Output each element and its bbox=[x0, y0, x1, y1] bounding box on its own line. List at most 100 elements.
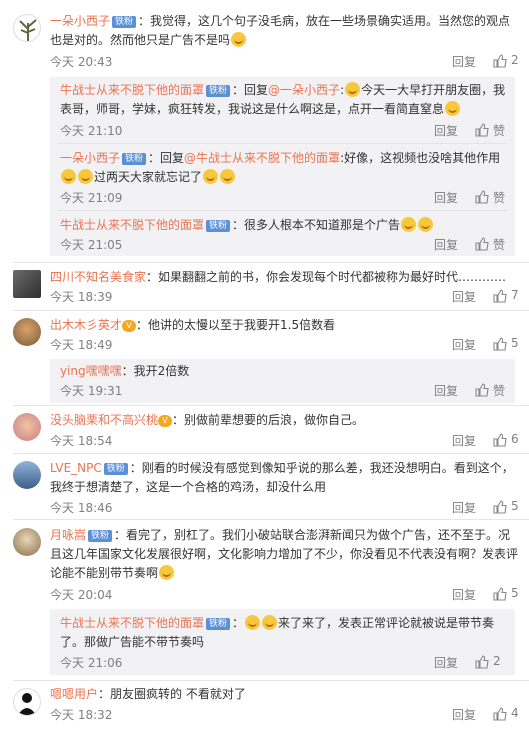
emoji-icon bbox=[401, 217, 417, 232]
avatar[interactable] bbox=[13, 413, 41, 441]
thumb-up-icon[interactable] bbox=[493, 707, 507, 721]
username[interactable]: 牛战士从来不脱下他的面罩 bbox=[60, 83, 204, 97]
username[interactable]: 牛战士从来不脱下他的面罩 bbox=[60, 218, 204, 232]
reply-button[interactable]: 回复 bbox=[434, 654, 458, 671]
reply-button[interactable]: 回复 bbox=[452, 53, 476, 70]
username[interactable]: 出木木彡英才 bbox=[50, 318, 122, 332]
thumb-up-icon[interactable] bbox=[475, 190, 489, 204]
timestamp: 今天 18:49 bbox=[50, 338, 113, 352]
fan-badge: 铁粉 bbox=[206, 618, 231, 630]
mention-link[interactable]: @牛战士从来不脱下他的面罩 bbox=[184, 151, 340, 165]
reply-button[interactable]: 回复 bbox=[452, 706, 476, 723]
reply-button[interactable]: 回复 bbox=[452, 499, 476, 516]
reply-button[interactable]: 回复 bbox=[434, 236, 458, 253]
like-count: 5 bbox=[511, 586, 519, 600]
emoji-icon bbox=[345, 82, 361, 97]
like-count: 2 bbox=[511, 53, 519, 67]
comment-item: 出木木彡英才 V ：他讲的太慢以至于我要开1.5倍数看 今天 18:49 回复 5 … bbox=[0, 310, 529, 410]
reply-button[interactable]: 回复 bbox=[434, 122, 458, 139]
emoji-icon bbox=[262, 615, 278, 630]
comment-item: 四川不知名美食家：如果翻翻之前的书，你会发现每个时代都被称为最好时代………… 今… bbox=[0, 262, 529, 312]
comment-text: 没头脑栗和不高兴桃 V ：别做前辈想要的后浪，做你自己。 bbox=[50, 413, 365, 427]
fan-badge: 铁粉 bbox=[112, 16, 137, 28]
comment-text: 且这几年国家文化发展很好啊，文化影响力增加了不少，你没看见不代表没有啊？发表评 bbox=[50, 547, 519, 561]
thumb-up-icon[interactable] bbox=[493, 289, 507, 303]
timestamp: 今天 18:32 bbox=[50, 708, 113, 722]
timestamp: 今天 21:05 bbox=[60, 238, 123, 252]
timestamp: 今天 21:06 bbox=[60, 656, 123, 670]
emoji-icon bbox=[445, 101, 461, 116]
avatar[interactable] bbox=[13, 14, 41, 42]
comment-item: 月咏嵩 铁粉 ：看完了，别杠了。我们小破站联合澎湃新闻只为做个广告，还不至于。况 且… bbox=[0, 519, 529, 682]
username[interactable]: 一朵小西子 bbox=[50, 14, 110, 28]
reply-text: ying嘿嘿嘿：我开2倍数 bbox=[60, 364, 190, 378]
comment-text: 月咏嵩 铁粉 ：看完了，别杠了。我们小破站联合澎湃新闻只为做个广告，还不至于。况 bbox=[50, 528, 511, 542]
reply-text: 了。那做广告能不带节奏吗 bbox=[60, 635, 205, 649]
comment-text: 四川不知名美食家：如果翻翻之前的书，你会发现每个时代都被称为最好时代………… bbox=[50, 270, 507, 284]
reply-button[interactable]: 回复 bbox=[452, 586, 476, 603]
fan-badge: 铁粉 bbox=[206, 85, 231, 97]
username[interactable]: LVE_NPC bbox=[50, 461, 102, 475]
timestamp: 今天 20:43 bbox=[50, 55, 113, 69]
mention-link[interactable]: @一朵小西子 bbox=[268, 83, 340, 97]
username[interactable]: 月咏嵩 bbox=[50, 528, 86, 542]
comment-text: 论能不能别带节奏啊 bbox=[50, 565, 515, 582]
reply-text: 表哥，师哥，学妹，疯狂转发，我说这是什么啊这是，点开一看简直窒息 bbox=[60, 101, 507, 118]
reply-text: 牛战士从来不脱下他的面罩 铁粉 ：很多人根本不知道那是个广告 bbox=[60, 217, 507, 234]
comment-text: LVE_NPC 铁粉 ：刚看的时候没有感觉到像知乎说的那么差，我还没想明白。看到这个… bbox=[50, 461, 514, 475]
comment-item: 没头脑栗和不高兴桃 V ：别做前辈想要的后浪，做你自己。 今天 18:54 回复 6 bbox=[0, 405, 529, 455]
thumb-up-icon[interactable] bbox=[475, 655, 489, 669]
divider bbox=[58, 210, 507, 211]
timestamp: 今天 21:09 bbox=[60, 191, 123, 205]
reply-text: 过两天大家就忘记了 bbox=[60, 169, 507, 186]
reply-text: 一朵小西子 铁粉 ：回复@牛战士从来不脱下他的面罩:好像，这视频也没啥其他作用 bbox=[60, 151, 501, 165]
reply-text: 牛战士从来不脱下他的面罩 铁粉：来了来了，发表正常评论就被说是带节奏 bbox=[60, 615, 495, 630]
avatar[interactable] bbox=[13, 688, 41, 716]
avatar[interactable] bbox=[13, 318, 41, 346]
timestamp: 今天 18:39 bbox=[50, 290, 113, 304]
timestamp: 今天 20:04 bbox=[50, 588, 113, 602]
reply-button[interactable]: 回复 bbox=[452, 288, 476, 305]
like-count: 赞 bbox=[493, 238, 506, 252]
like-count: 2 bbox=[493, 654, 501, 668]
divider bbox=[58, 143, 507, 144]
avatar[interactable] bbox=[13, 270, 41, 298]
thumb-up-icon[interactable] bbox=[493, 587, 507, 601]
username[interactable]: 一朵小西子 bbox=[60, 151, 120, 165]
person-avatar-icon bbox=[18, 693, 36, 715]
thumb-up-icon[interactable] bbox=[493, 54, 507, 68]
thumb-up-icon[interactable] bbox=[493, 433, 507, 447]
thumb-up-icon[interactable] bbox=[475, 383, 489, 397]
like-count: 6 bbox=[511, 432, 519, 446]
reply-button[interactable]: 回复 bbox=[434, 382, 458, 399]
like-count: 5 bbox=[511, 499, 519, 513]
avatar[interactable] bbox=[13, 528, 41, 556]
thumb-up-icon[interactable] bbox=[493, 337, 507, 351]
comment-item: 嗯嗯用户：朋友圈疯转的 不看就对了 今天 18:32 回复 4 bbox=[0, 680, 529, 733]
like-count: 5 bbox=[511, 336, 519, 350]
fan-badge: 铁粉 bbox=[103, 463, 128, 475]
username[interactable]: ying嘿嘿嘿 bbox=[60, 364, 122, 378]
avatar[interactable] bbox=[13, 461, 41, 489]
comment-text: 一朵小西子 铁粉 ：我觉得，这几个句子没毛病，放在一些场景确实适用。当然您的观点 bbox=[50, 14, 511, 28]
like-count: 7 bbox=[511, 288, 519, 302]
fan-badge: 铁粉 bbox=[122, 153, 147, 165]
vip-icon: V bbox=[122, 320, 137, 332]
username[interactable]: 四川不知名美食家 bbox=[50, 270, 146, 284]
reply-button[interactable]: 回复 bbox=[452, 432, 476, 449]
timestamp: 今天 18:46 bbox=[50, 501, 113, 515]
username[interactable]: 没头脑栗和不高兴桃 bbox=[50, 413, 158, 427]
thumb-up-icon[interactable] bbox=[493, 500, 507, 514]
emoji-icon bbox=[245, 615, 261, 630]
username[interactable]: 嗯嗯用户 bbox=[50, 687, 98, 701]
emoji-icon bbox=[418, 217, 434, 232]
thumb-up-icon[interactable] bbox=[475, 123, 489, 137]
comment-item: 一朵小西子 铁粉 ：我觉得，这几个句子没毛病，放在一些场景确实适用。当然您的观点 也… bbox=[0, 0, 529, 264]
emoji-icon bbox=[159, 565, 175, 580]
reply-button[interactable]: 回复 bbox=[452, 336, 476, 353]
username[interactable]: 牛战士从来不脱下他的面罩 bbox=[60, 616, 204, 630]
thumb-up-icon[interactable] bbox=[475, 237, 489, 251]
reply-button[interactable]: 回复 bbox=[434, 189, 458, 206]
comment-item: LVE_NPC 铁粉 ：刚看的时候没有感觉到像知乎说的那么差，我还没想明白。看到这个… bbox=[0, 453, 529, 521]
like-count: 赞 bbox=[493, 191, 506, 205]
